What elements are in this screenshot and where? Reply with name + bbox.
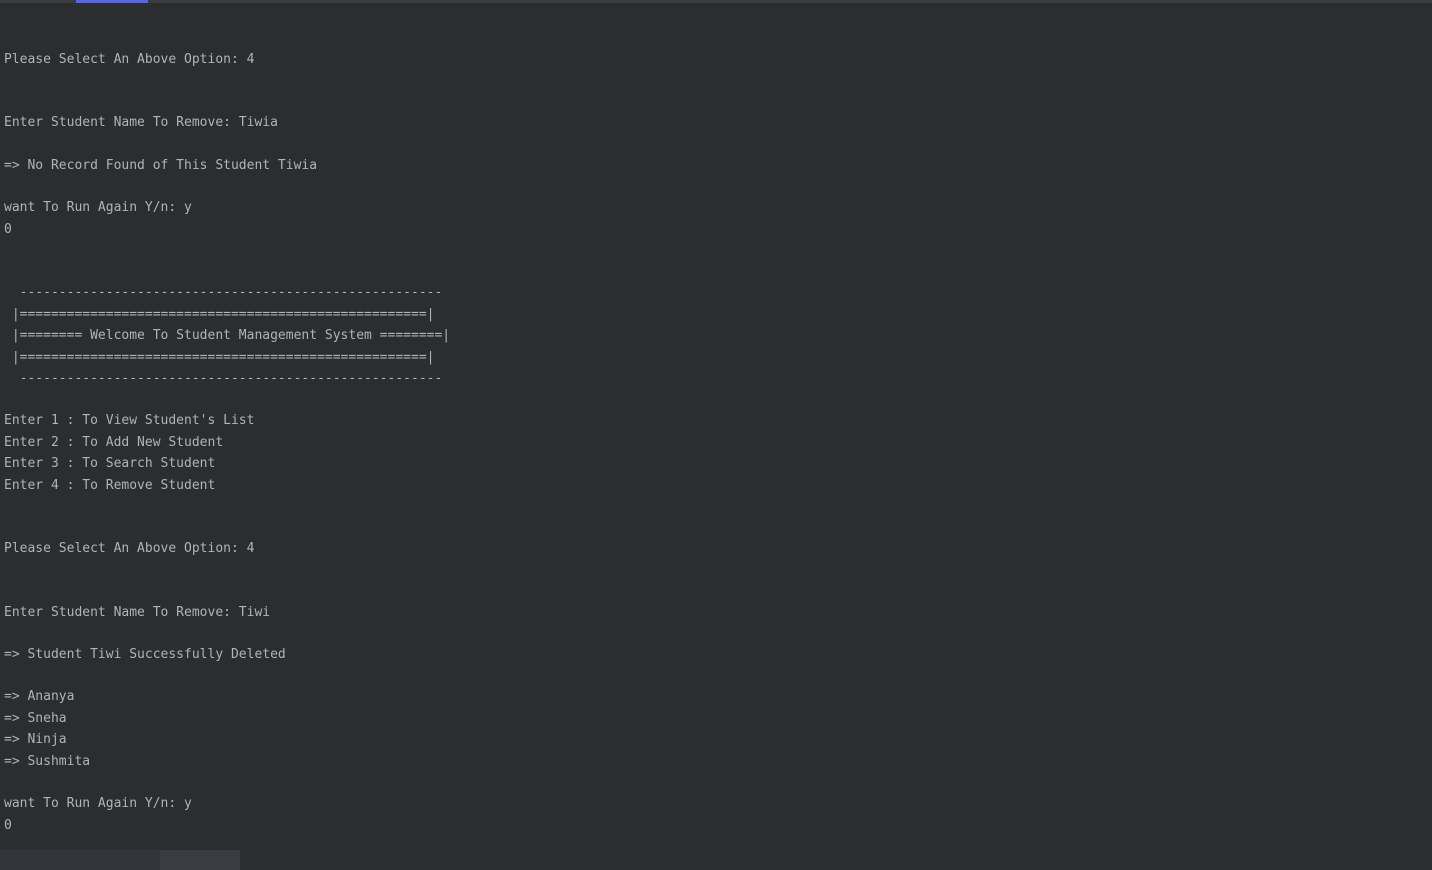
terminal-line bbox=[4, 134, 1428, 155]
status-bar-segment bbox=[160, 850, 240, 870]
terminal-line bbox=[4, 7, 1428, 28]
active-tab-indicator bbox=[76, 0, 148, 3]
status-bar bbox=[0, 850, 1432, 870]
terminal-line: Enter 1 : To View Student's List bbox=[4, 410, 1428, 431]
terminal-line: ----------------------------------------… bbox=[4, 282, 1428, 303]
terminal-line: => No Record Found of This Student Tiwia bbox=[4, 155, 1428, 176]
tab-bar bbox=[0, 0, 1432, 3]
terminal-line: Enter 2 : To Add New Student bbox=[4, 432, 1428, 453]
terminal-line: => Ninja bbox=[4, 729, 1428, 750]
terminal-line: => Sneha bbox=[4, 708, 1428, 729]
terminal-output[interactable]: Please Select An Above Option: 4 Enter St… bbox=[0, 3, 1432, 840]
terminal-line: |=======================================… bbox=[4, 304, 1428, 325]
terminal-line bbox=[4, 389, 1428, 410]
terminal-line bbox=[4, 560, 1428, 581]
terminal-line bbox=[4, 261, 1428, 282]
terminal-line: |=======================================… bbox=[4, 347, 1428, 368]
terminal-line bbox=[4, 28, 1428, 49]
terminal-line: Enter 4 : To Remove Student bbox=[4, 475, 1428, 496]
terminal-line: |======== Welcome To Student Management … bbox=[4, 325, 1428, 346]
terminal-line: Please Select An Above Option: 4 bbox=[4, 49, 1428, 70]
terminal-line: => Student Tiwi Successfully Deleted bbox=[4, 644, 1428, 665]
terminal-line bbox=[4, 665, 1428, 686]
terminal-line: Enter Student Name To Remove: Tiwi bbox=[4, 602, 1428, 623]
terminal-line bbox=[4, 623, 1428, 644]
terminal-line bbox=[4, 581, 1428, 602]
terminal-line: => Sushmita bbox=[4, 751, 1428, 772]
terminal-line: want To Run Again Y/n: y bbox=[4, 793, 1428, 814]
terminal-line: ----------------------------------------… bbox=[4, 368, 1428, 389]
terminal-line bbox=[4, 772, 1428, 793]
terminal-line: => Ananya bbox=[4, 686, 1428, 707]
terminal-line: 0 bbox=[4, 219, 1428, 240]
terminal-line bbox=[4, 176, 1428, 197]
terminal-line bbox=[4, 91, 1428, 112]
terminal-line: 0 bbox=[4, 815, 1428, 836]
terminal-line: Please Select An Above Option: 4 bbox=[4, 538, 1428, 559]
terminal-line: Enter Student Name To Remove: Tiwia bbox=[4, 112, 1428, 133]
terminal-line: want To Run Again Y/n: y bbox=[4, 197, 1428, 218]
terminal-line bbox=[4, 240, 1428, 261]
terminal-line bbox=[4, 517, 1428, 538]
terminal-line bbox=[4, 70, 1428, 91]
terminal-line bbox=[4, 496, 1428, 517]
status-bar-segment bbox=[0, 850, 160, 870]
terminal-line: Enter 3 : To Search Student bbox=[4, 453, 1428, 474]
